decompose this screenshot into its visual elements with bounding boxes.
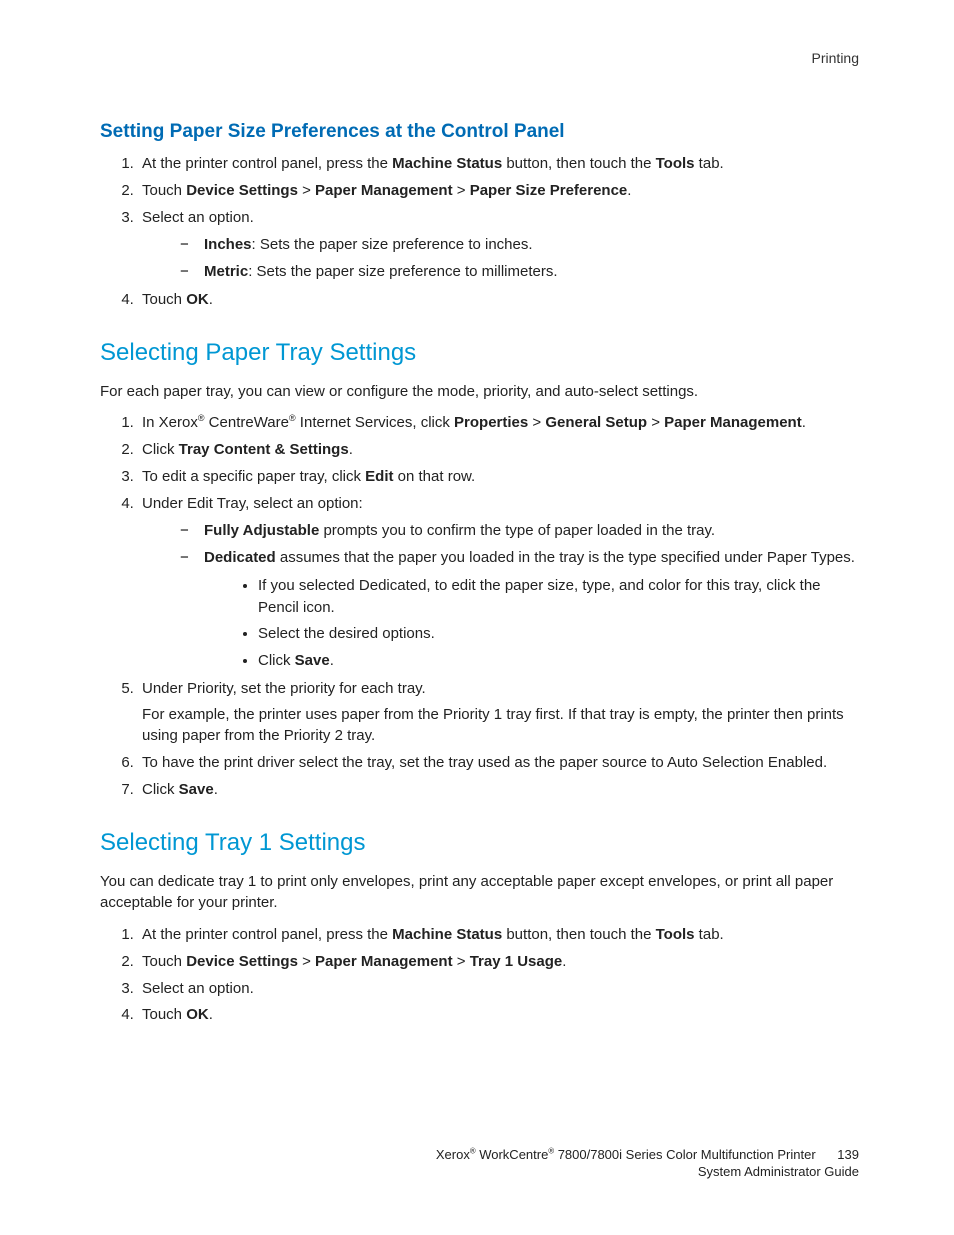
dash-list: Fully Adjustable prompts you to confirm … xyxy=(142,520,859,672)
step-note: For example, the printer uses paper from… xyxy=(142,704,859,748)
section3-intro: You can dedicate tray 1 to print only en… xyxy=(100,871,859,915)
section2-step: In Xerox® CentreWare® Internet Services,… xyxy=(138,412,859,434)
header-section-label: Printing xyxy=(100,50,859,66)
section3-steps: At the printer control panel, press the … xyxy=(100,924,859,1026)
section1-steps: At the printer control panel, press the … xyxy=(100,153,859,311)
section3-step: Touch OK. xyxy=(138,1004,859,1026)
page-number: 139 xyxy=(837,1147,859,1162)
disc-list: If you selected Dedicated, to edit the p… xyxy=(204,575,859,672)
section2-step: Under Edit Tray, select an option:Fully … xyxy=(138,493,859,672)
section2-step: Click Save. xyxy=(138,779,859,801)
section3-step: Select an option. xyxy=(138,978,859,1000)
footer-line2: System Administrator Guide xyxy=(0,1163,859,1181)
page-footer: Xerox® WorkCentre® 7800/7800i Series Col… xyxy=(0,1146,954,1181)
heading-selecting-tray1: Selecting Tray 1 Settings xyxy=(100,829,859,857)
section1-step: Touch OK. xyxy=(138,289,859,311)
section2-step: Click Tray Content & Settings. xyxy=(138,439,859,461)
section2-step: To have the print driver select the tray… xyxy=(138,752,859,774)
dash-item: Inches: Sets the paper size preference t… xyxy=(180,234,859,256)
section1-step: Touch Device Settings > Paper Management… xyxy=(138,180,859,202)
section1-step: Select an option.Inches: Sets the paper … xyxy=(138,207,859,283)
dash-item: Metric: Sets the paper size preference t… xyxy=(180,261,859,283)
section2-intro: For each paper tray, you can view or con… xyxy=(100,381,859,403)
section2-steps: In Xerox® CentreWare® Internet Services,… xyxy=(100,412,859,800)
disc-item: Click Save. xyxy=(258,650,859,672)
footer-line1: Xerox® WorkCentre® 7800/7800i Series Col… xyxy=(0,1146,859,1164)
section1-step: At the printer control panel, press the … xyxy=(138,153,859,175)
dash-item: Dedicated assumes that the paper you loa… xyxy=(180,547,859,672)
heading-selecting-paper-tray: Selecting Paper Tray Settings xyxy=(100,339,859,367)
section3-step: At the printer control panel, press the … xyxy=(138,924,859,946)
dash-list: Inches: Sets the paper size preference t… xyxy=(142,234,859,283)
section2-step: Under Priority, set the priority for eac… xyxy=(138,678,859,747)
disc-item: Select the desired options. xyxy=(258,623,859,645)
section3-step: Touch Device Settings > Paper Management… xyxy=(138,951,859,973)
heading-setting-paper-size: Setting Paper Size Preferences at the Co… xyxy=(100,121,859,143)
disc-item: If you selected Dedicated, to edit the p… xyxy=(258,575,859,619)
section2-step: To edit a specific paper tray, click Edi… xyxy=(138,466,859,488)
dash-item: Fully Adjustable prompts you to confirm … xyxy=(180,520,859,542)
